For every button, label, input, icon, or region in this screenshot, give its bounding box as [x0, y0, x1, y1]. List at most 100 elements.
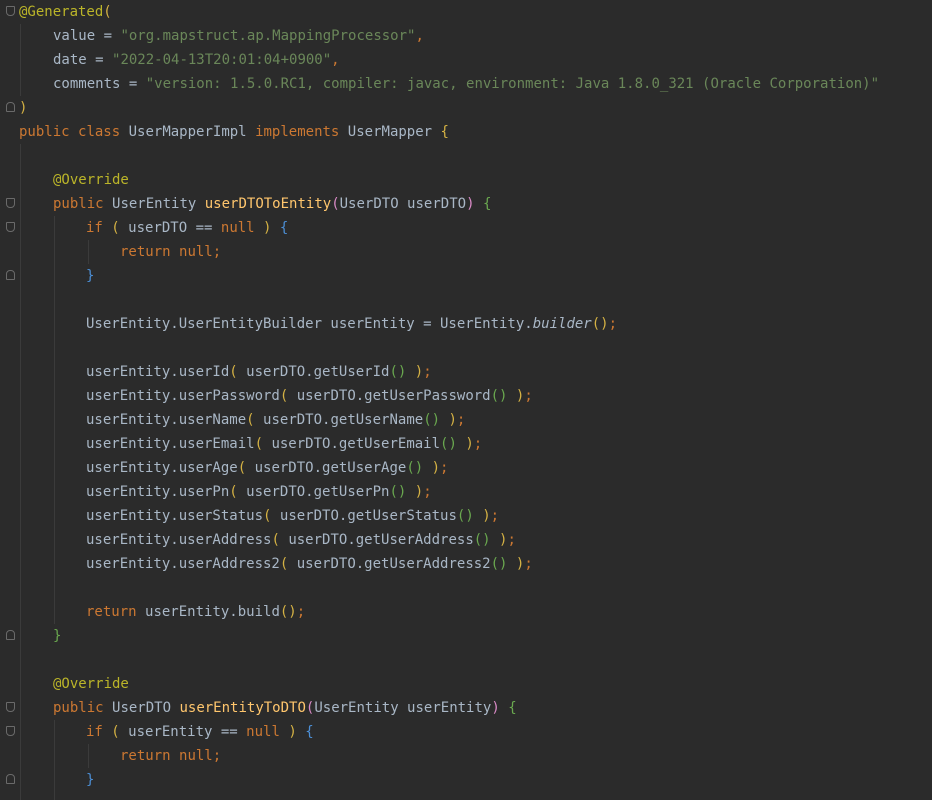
indent-guide [88, 240, 89, 264]
code-line: return null; [120, 240, 221, 264]
code-line: comments = "version: 1.5.0.RC1, compiler… [53, 72, 879, 96]
paren: ) [482, 508, 491, 524]
code-editor[interactable]: @Generated( value = "org.mapstruct.ap.Ma… [0, 0, 932, 800]
indent-guide [20, 24, 21, 96]
fold-marker-icon[interactable] [6, 198, 15, 208]
keyword: class [78, 124, 121, 140]
setter-call: userEntity.userAddress [86, 532, 272, 548]
fold-marker-icon[interactable] [6, 702, 15, 712]
string-literal: "2022-04-13T20:01:04+0900" [112, 52, 332, 68]
brace: { [305, 724, 314, 740]
semicolon: ; [473, 436, 483, 452]
comma: , [415, 28, 424, 44]
semicolon: ; [440, 460, 449, 476]
paren: () [490, 388, 508, 404]
paren: ( [271, 532, 280, 548]
code-line: if ( userDTO == null ) { [86, 216, 288, 240]
keyword: null [220, 220, 255, 236]
paren: () [389, 364, 407, 380]
code-line: userEntity.userName( userDTO.getUserName… [86, 408, 465, 432]
fold-marker-icon[interactable] [6, 102, 15, 112]
paren: () [406, 460, 424, 476]
code-line: userEntity.userId( userDTO.getUserId() )… [86, 360, 432, 384]
fold-marker-icon[interactable] [6, 726, 15, 736]
paren: ) [465, 436, 474, 452]
paren: ( [103, 4, 112, 20]
setter-call: userEntity.userEmail [86, 436, 255, 452]
condition: userDTO == [119, 220, 221, 236]
keyword: return [120, 748, 171, 764]
setter-call: userEntity.userAddress2 [86, 556, 280, 572]
keyword: null [246, 724, 280, 740]
keyword: return [120, 244, 171, 260]
getter-call: userDTO.getUserAddress2 [296, 556, 491, 572]
keyword: public [53, 196, 104, 212]
paren: ) [19, 100, 28, 116]
setter-call: userEntity.userPn [86, 484, 230, 500]
attr-key: date [53, 52, 87, 68]
setter-call: userEntity.userAge [86, 460, 238, 476]
semicolon: ; [507, 532, 516, 548]
brace: { [279, 220, 289, 236]
fold-marker-icon[interactable] [6, 6, 15, 16]
paren: ) [448, 412, 457, 428]
fold-marker-icon[interactable] [6, 270, 15, 280]
fold-marker-icon[interactable] [6, 630, 15, 640]
setter-call: userEntity.userStatus [86, 508, 264, 524]
code-area[interactable]: @Generated( value = "org.mapstruct.ap.Ma… [19, 0, 932, 800]
type-name: UserDTO [112, 700, 172, 716]
semicolon: ; [608, 316, 618, 332]
paren: ) [414, 484, 424, 500]
expression: userEntity.build [145, 604, 280, 620]
fold-marker-icon[interactable] [6, 222, 15, 232]
paren: ) [263, 220, 272, 236]
setter-call: userEntity.userName [86, 412, 247, 428]
semicolon: ; [212, 244, 222, 260]
paren: ) [288, 724, 297, 740]
operator: = [95, 28, 121, 44]
semicolon: ; [524, 388, 533, 404]
operator: = [86, 52, 113, 68]
code-line: userEntity.userAge( userDTO.getUserAge()… [86, 456, 448, 480]
keyword: public [19, 124, 70, 140]
code-line: @Override [53, 168, 129, 192]
brace: } [86, 772, 95, 788]
code-line: userEntity.userEmail( userDTO.getUserEma… [86, 432, 482, 456]
condition: userEntity == [119, 724, 247, 740]
paren: ( [279, 388, 289, 404]
comma: , [331, 52, 340, 68]
code-line: } [53, 624, 61, 648]
paren: ) [414, 364, 424, 380]
code-line: @Override [53, 672, 129, 696]
code-line: @Generated( [19, 0, 112, 24]
paren: ( [254, 436, 264, 452]
paren: ( [279, 556, 289, 572]
code-line: public UserDTO userEntityToDTO(UserEntit… [53, 696, 517, 720]
paren: ( [263, 508, 272, 524]
paren: ( [111, 724, 120, 740]
code-line: userEntity.userPassword( userDTO.getUser… [86, 384, 533, 408]
paren: () [440, 436, 457, 452]
getter-call: userDTO.getUserAddress [288, 532, 474, 548]
setter-call: userEntity.userId [86, 364, 230, 380]
paren: ) [466, 196, 475, 212]
paren: ( [111, 220, 120, 236]
fold-marker-icon[interactable] [6, 774, 15, 784]
code-line: userEntity.userAddress( userDTO.getUserA… [86, 528, 516, 552]
paren: () [490, 556, 508, 572]
paren: () [473, 532, 491, 548]
annotation-override: @Override [53, 676, 129, 692]
semicolon: ; [423, 484, 432, 500]
code-line: return userEntity.build(); [86, 600, 305, 624]
semicolon: ; [423, 364, 432, 380]
keyword: return [86, 604, 137, 620]
code-line: public class UserMapperImpl implements U… [19, 120, 449, 144]
brace: } [53, 628, 62, 644]
code-line: userEntity.userStatus( userDTO.getUserSt… [86, 504, 499, 528]
keyword: null [179, 748, 213, 764]
indent-guide [54, 216, 55, 624]
editor-gutter [0, 0, 18, 800]
params: UserEntity userEntity [314, 700, 492, 716]
keyword: if [86, 220, 103, 236]
indent-guide [20, 144, 21, 800]
